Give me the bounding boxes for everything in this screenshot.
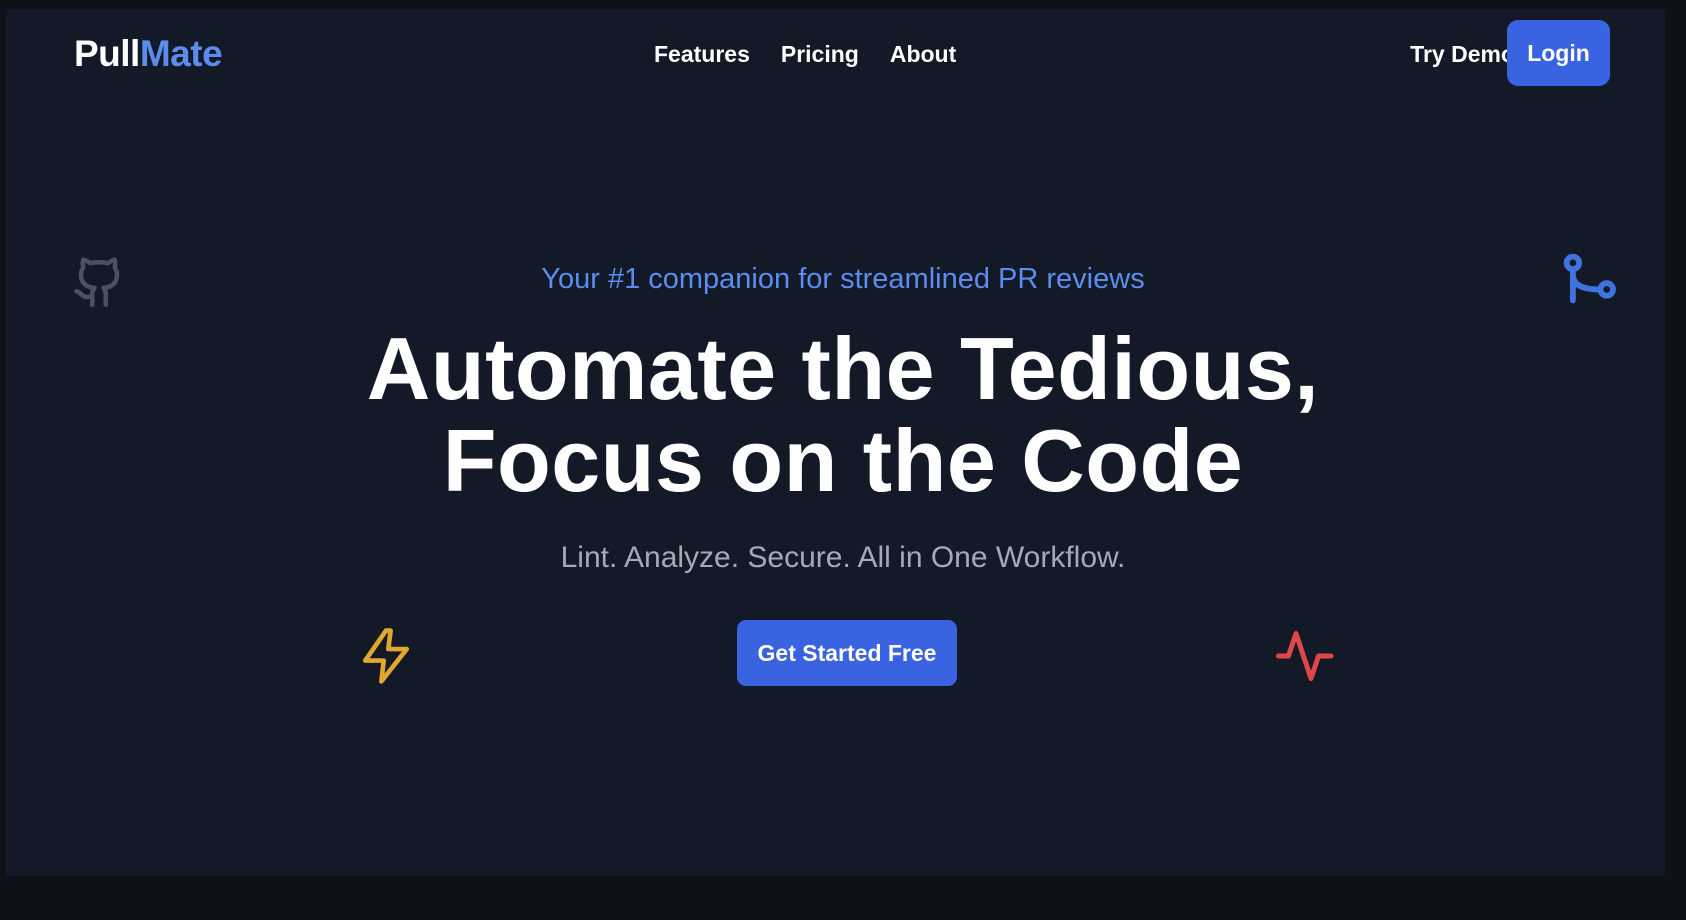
login-button[interactable]: Login (1507, 20, 1610, 86)
try-demo-link[interactable]: Try Demo (1410, 36, 1515, 72)
logo-text-accent: Mate (139, 33, 223, 74)
logo-text-primary: Pull (74, 33, 140, 74)
hero-headline: Automate the Tedious, Focus on the Code (0, 323, 1686, 507)
activity-pulse-icon (1276, 631, 1334, 681)
nav-link-about[interactable]: About (890, 36, 956, 72)
hero-headline-line-2: Focus on the Code (442, 411, 1244, 510)
get-started-button[interactable]: Get Started Free (737, 620, 957, 686)
lightning-icon (362, 628, 410, 684)
hero-tagline: Your #1 companion for streamlined PR rev… (541, 263, 1145, 295)
hero-headline-line-1: Automate the Tedious, (366, 319, 1320, 418)
nav-link-pricing[interactable]: Pricing (781, 36, 859, 72)
nav-link-features[interactable]: Features (654, 36, 750, 72)
hero-subline: Lint. Analyze. Secure. All in One Workfl… (560, 541, 1126, 574)
main-nav: Features Pricing About (654, 36, 956, 72)
logo[interactable]: PullMate (74, 30, 223, 78)
